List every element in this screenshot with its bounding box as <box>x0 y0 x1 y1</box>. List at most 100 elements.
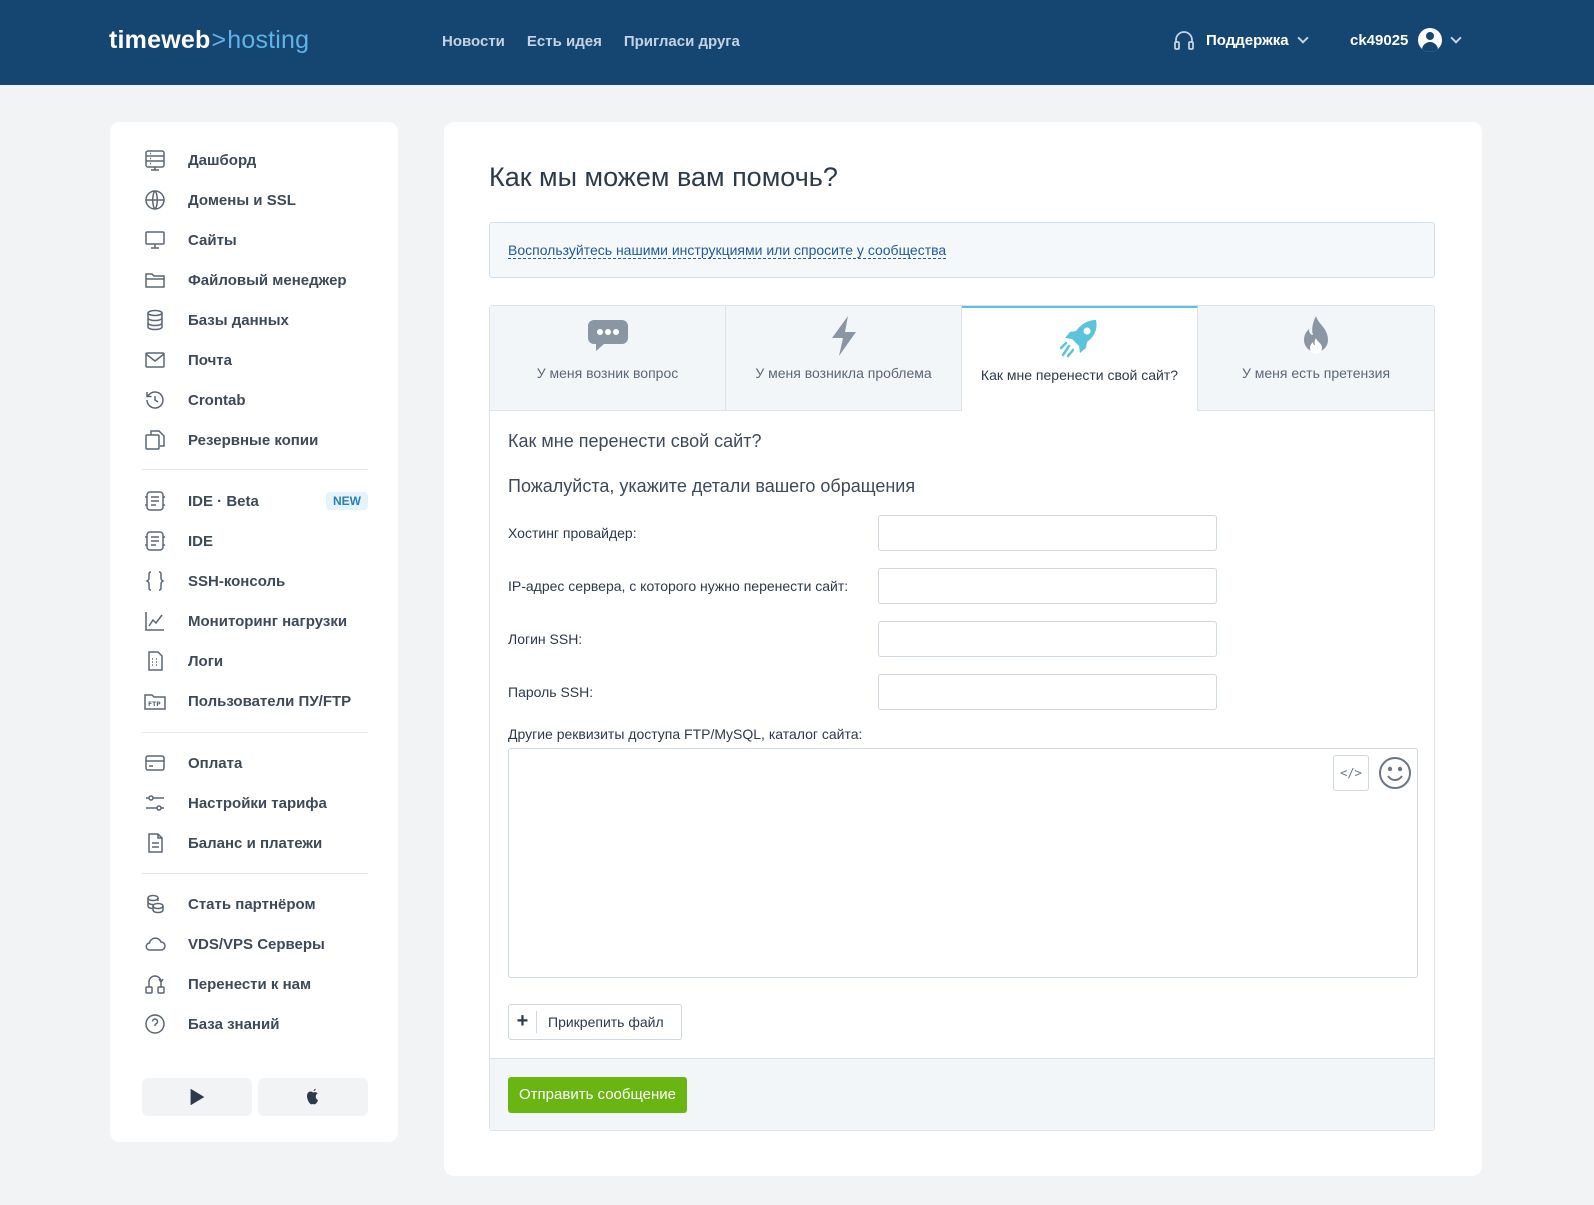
access-details-textarea[interactable]: </> <box>508 748 1418 978</box>
sidebar-label: Сайты <box>188 231 237 249</box>
sidebar-item-dashboard[interactable]: Дашборд <box>142 140 368 180</box>
sidebar-label: Логи <box>188 652 224 670</box>
code-button[interactable]: </> <box>1333 755 1369 791</box>
sidebar-label: Перенести к нам <box>188 975 312 993</box>
tab-problem[interactable]: У меня возникла проблема <box>726 306 962 411</box>
sidebar-item-migrate[interactable]: Перенести к нам <box>142 964 368 1004</box>
field-label: Логин SSH: <box>508 631 583 647</box>
submit-button[interactable]: Отправить сообщение <box>508 1077 688 1113</box>
logo-separator: > <box>211 26 227 54</box>
sidebar-item-databases[interactable]: Базы данных <box>142 300 368 340</box>
new-badge: NEW <box>326 492 368 510</box>
sidebar-item-ssh[interactable]: SSH-консоль <box>142 561 368 601</box>
flame-icon <box>1304 316 1328 354</box>
support-menu[interactable]: Поддержка <box>1172 28 1309 52</box>
sidebar-item-ftp-users[interactable]: FTP Пользователи ПУ/FTP <box>142 681 368 721</box>
attach-file-button[interactable]: + Прикрепить файл <box>508 1004 682 1040</box>
support-label: Поддержка <box>1206 31 1289 49</box>
hosting-provider-input[interactable] <box>878 515 1217 551</box>
sidebar-item-file-manager[interactable]: Файловый менеджер <box>142 260 368 300</box>
sidebar: Дашборд Домены и SSL Сайты Файловый мене… <box>110 122 398 1142</box>
main-panel: Как мы можем вам помочь? Воспользуйтесь … <box>444 122 1482 1176</box>
play-icon <box>190 1088 205 1106</box>
tab-complaint[interactable]: У меня есть претензия <box>1198 306 1434 411</box>
support-tabs: У меня возник вопрос У меня возникла про… <box>490 306 1434 411</box>
sidebar-item-tariff-settings[interactable]: Настройки тарифа <box>142 783 368 823</box>
google-play-button[interactable] <box>142 1078 252 1116</box>
sidebar-label: Резервные копии <box>188 431 319 449</box>
sidebar-item-mail[interactable]: Почта <box>142 340 368 380</box>
top-nav: Новости Есть идея Пригласи друга <box>442 33 740 50</box>
sidebar-item-vds[interactable]: VDS/VPS Серверы <box>142 924 368 964</box>
app-store-button[interactable] <box>258 1078 368 1116</box>
logo[interactable]: timeweb>hosting <box>109 26 309 55</box>
attach-label: Прикрепить файл <box>548 1014 664 1030</box>
sidebar-label: Пользователи ПУ/FTP <box>188 692 352 710</box>
log-file-icon <box>142 648 168 674</box>
form-subtitle: Пожалуйста, укажите детали вашего обраще… <box>508 476 916 496</box>
chevron-down-icon <box>1450 32 1463 44</box>
app-store-buttons <box>142 1078 368 1116</box>
field-ssh-login: Логин SSH: <box>508 621 1217 657</box>
chat-bubble-icon <box>587 320 628 351</box>
sidebar-group-billing: Оплата Настройки тарифа Баланс и платежи <box>142 743 368 863</box>
nav-invite[interactable]: Пригласи друга <box>624 33 740 50</box>
sidebar-label: Домены и SSL <box>188 191 296 209</box>
tab-migrate-site[interactable]: Как мне перенести свой сайт? <box>962 306 1198 411</box>
instructions-link[interactable]: Воспользуйтесь нашими инструкциями или с… <box>508 242 947 259</box>
braces-icon <box>142 568 168 594</box>
sidebar-label: IDE <box>188 532 214 550</box>
sidebar-item-knowledge-base[interactable]: База знаний <box>142 1004 368 1044</box>
sidebar-item-logs[interactable]: Логи <box>142 641 368 681</box>
server-ip-input[interactable] <box>878 568 1217 604</box>
sidebar-item-balance[interactable]: Баланс и платежи <box>142 823 368 863</box>
server-icon <box>142 147 168 173</box>
sidebar-label: Почта <box>188 351 232 369</box>
sliders-icon <box>142 790 168 816</box>
chevron-down-icon <box>1296 32 1309 44</box>
sidebar-item-domains[interactable]: Домены и SSL <box>142 180 368 220</box>
chart-line-icon <box>142 608 168 634</box>
page-title: Как мы можем вам помочь? <box>489 162 838 192</box>
field-label: Пароль SSH: <box>508 684 594 700</box>
globe-icon <box>142 187 168 213</box>
sidebar-label: VDS/VPS Серверы <box>188 935 325 953</box>
plus-icon: + <box>509 1011 537 1033</box>
sidebar-item-crontab[interactable]: Crontab <box>142 380 368 420</box>
field-label: Хостинг провайдер: <box>508 525 637 541</box>
sidebar-item-partner[interactable]: Стать партнёром <box>142 884 368 924</box>
sidebar-label: SSH-консоль <box>188 572 286 590</box>
ssh-password-input[interactable] <box>878 674 1217 710</box>
ide-icon <box>142 488 168 514</box>
sidebar-item-sites[interactable]: Сайты <box>142 220 368 260</box>
ftp-folder-icon: FTP <box>142 688 168 714</box>
tab-label: Как мне перенести свой сайт? <box>980 367 1179 383</box>
tab-question[interactable]: У меня возник вопрос <box>490 306 726 411</box>
sidebar-item-monitoring[interactable]: Мониторинг нагрузки <box>142 601 368 641</box>
ssh-login-input[interactable] <box>878 621 1217 657</box>
headset-icon <box>1174 31 1194 50</box>
sidebar-item-backups[interactable]: Резервные копии <box>142 420 368 460</box>
form-title: Как мне перенести свой сайт? <box>508 431 762 451</box>
nav-idea[interactable]: Есть идея <box>527 33 602 50</box>
support-form-box: У меня возник вопрос У меня возникла про… <box>489 305 1435 1131</box>
nav-news[interactable]: Новости <box>442 33 505 50</box>
sidebar-label: Стать партнёром <box>188 895 316 913</box>
sidebar-item-ide[interactable]: IDE <box>142 521 368 561</box>
top-header: timeweb>hosting Новости Есть идея Пригла… <box>0 0 1594 85</box>
sidebar-divider <box>142 873 368 874</box>
ide-icon <box>142 528 168 554</box>
emoji-button[interactable] <box>1377 755 1413 791</box>
rocket-icon <box>1059 320 1097 358</box>
sidebar-item-payment[interactable]: Оплата <box>142 743 368 783</box>
field-server-ip: IP-адрес сервера, с которого нужно перен… <box>508 568 1217 604</box>
sidebar-divider <box>142 732 368 733</box>
user-menu[interactable]: ck49025 <box>1350 28 1463 52</box>
smiley-icon <box>1379 757 1411 789</box>
sidebar-item-ide-beta[interactable]: IDE · Beta NEW <box>142 481 368 521</box>
cloud-icon <box>142 931 168 957</box>
help-circle-icon <box>142 1011 168 1037</box>
history-icon <box>142 387 168 413</box>
database-icon <box>142 307 168 333</box>
mail-icon <box>142 347 168 373</box>
